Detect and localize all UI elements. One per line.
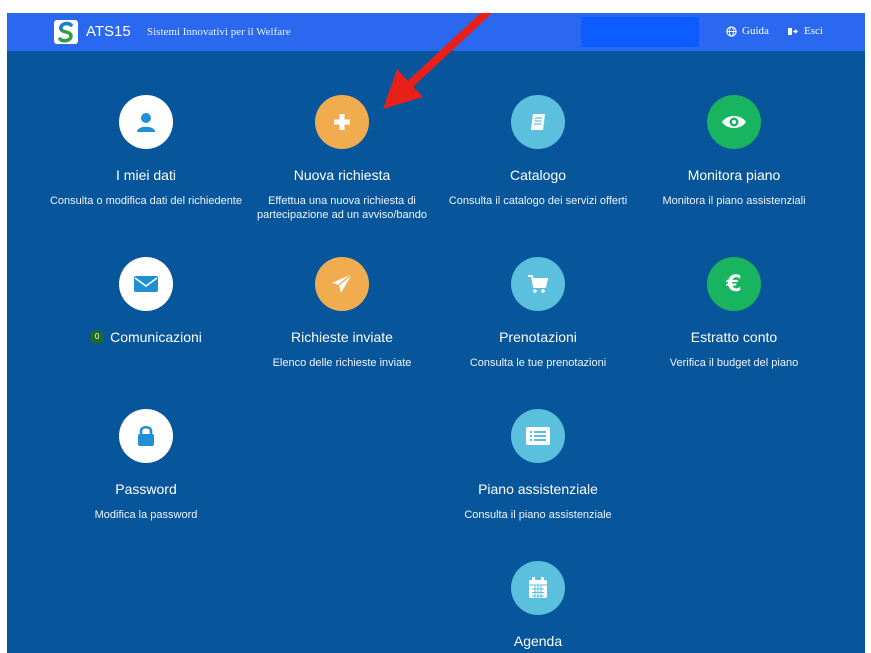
tile-title: Prenotazioni bbox=[499, 329, 577, 345]
tile-prenotazioni[interactable]: Prenotazioni Consulta le tue prenotazion… bbox=[440, 257, 636, 370]
tile-description: Modifica la password bbox=[94, 509, 198, 521]
tile-description: Consulta il piano assistenziale bbox=[464, 509, 612, 521]
sign-out-icon bbox=[788, 27, 798, 35]
cart-icon bbox=[511, 257, 565, 311]
tile-description: Consulta o modifica dati del richiedente bbox=[49, 195, 242, 207]
tile-richieste-inviate[interactable]: Richieste inviate Elenco delle richieste… bbox=[244, 257, 440, 370]
tile-description: Effettua una nuova richiesta di partecip… bbox=[256, 195, 427, 221]
tile-title: Monitora piano bbox=[687, 167, 781, 183]
tile-description: Verifica il budget del piano bbox=[669, 357, 799, 369]
unread-count-badge: 0 bbox=[90, 330, 105, 345]
tile-title: Estratto conto bbox=[690, 329, 778, 345]
envelope-icon bbox=[119, 257, 173, 311]
tile-description: Monitora il piano assistenziali bbox=[662, 195, 806, 207]
paper-plane-icon bbox=[315, 257, 369, 311]
tile-estratto-conto[interactable]: € Estratto conto Verifica il budget del … bbox=[636, 257, 832, 370]
tile-nuova-richiesta[interactable]: Nuova richiesta Effettua una nuova richi… bbox=[244, 95, 440, 222]
tile-description: Consulta il catalogo dei servizi offerti bbox=[448, 195, 628, 207]
lock-icon bbox=[119, 409, 173, 463]
tile-password[interactable]: Password Modifica la password bbox=[48, 409, 244, 522]
tile-title: Nuova richiesta bbox=[293, 167, 391, 183]
exit-link[interactable]: Esci bbox=[787, 25, 823, 37]
tile-comunicazioni[interactable]: 0 Comunicazioni bbox=[48, 257, 244, 356]
tile-agenda[interactable]: Agenda bbox=[440, 561, 636, 653]
tile-description: Consulta le tue prenotazioni bbox=[469, 357, 607, 369]
app-frame: ATS15 Sistemi Innovativi per il Welfare … bbox=[7, 13, 865, 653]
globe-icon bbox=[726, 25, 737, 37]
list-icon bbox=[511, 409, 565, 463]
tile-title: Catalogo bbox=[509, 167, 567, 183]
user-icon bbox=[119, 95, 173, 149]
tile-catalogo[interactable]: Catalogo Consulta il catalogo dei serviz… bbox=[440, 95, 636, 208]
ats-logo-icon[interactable] bbox=[54, 20, 78, 44]
tile-title: Piano assistenziale bbox=[478, 481, 598, 497]
tile-title: I miei dati bbox=[116, 167, 176, 183]
guide-label: Guida bbox=[742, 25, 769, 37]
tile-description: Elenco delle richieste inviate bbox=[272, 357, 412, 369]
guide-link[interactable]: Guida bbox=[726, 25, 769, 37]
blank-header-field[interactable] bbox=[581, 17, 699, 47]
tile-i-miei-dati[interactable]: I miei dati Consulta o modifica dati del… bbox=[48, 95, 244, 208]
top-navbar: ATS15 Sistemi Innovativi per il Welfare … bbox=[7, 13, 865, 51]
tile-monitora-piano[interactable]: Monitora piano Monitora il piano assiste… bbox=[636, 95, 832, 208]
tile-title: Password bbox=[115, 481, 177, 497]
app-tagline: Sistemi Innovativi per il Welfare bbox=[147, 26, 291, 38]
plus-icon bbox=[315, 95, 369, 149]
exit-label: Esci bbox=[804, 25, 823, 37]
euro-icon: € bbox=[707, 257, 761, 311]
book-icon bbox=[511, 95, 565, 149]
app-name[interactable]: ATS15 bbox=[86, 23, 131, 40]
tile-title-row: 0 Comunicazioni bbox=[48, 329, 244, 345]
tile-title: Richieste inviate bbox=[291, 329, 393, 345]
tile-title: Comunicazioni bbox=[110, 329, 202, 345]
tile-piano-assistenziale[interactable]: Piano assistenziale Consulta il piano as… bbox=[440, 409, 636, 522]
calendar-icon bbox=[511, 561, 565, 615]
tile-title: Agenda bbox=[513, 633, 563, 649]
eye-icon bbox=[707, 95, 761, 149]
